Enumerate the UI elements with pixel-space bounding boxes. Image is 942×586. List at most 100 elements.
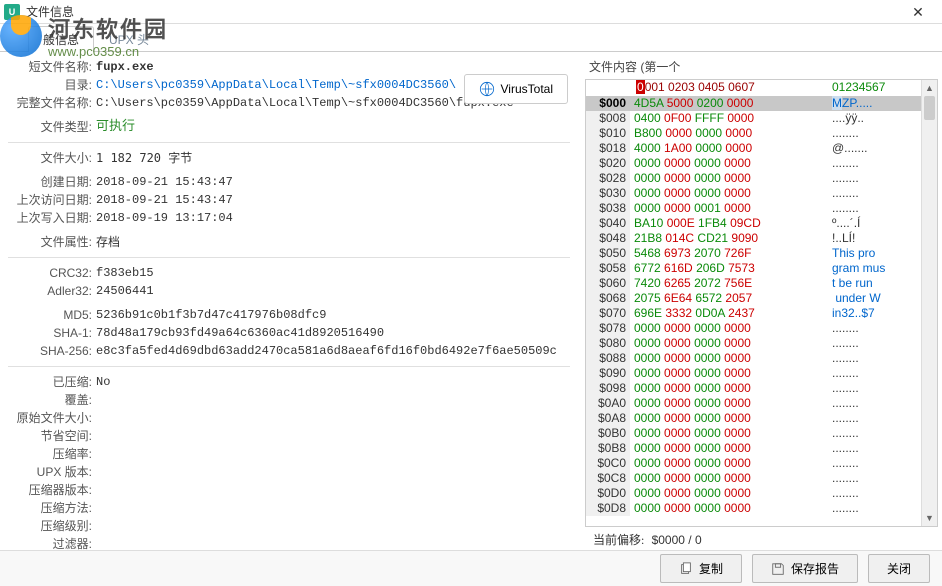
hex-row[interactable]: $0586772 616D 206D 7573gram mus — [586, 261, 921, 276]
value-accessed: 2018-09-21 15:43:47 — [96, 191, 570, 209]
value-created: 2018-09-21 15:43:47 — [96, 173, 570, 191]
hex-ascii: ........ — [824, 171, 859, 186]
close-button[interactable]: 关闭 — [868, 554, 930, 583]
hex-row[interactable]: $0D80000 0000 0000 0000........ — [586, 501, 921, 516]
hex-bytes: 0000 0000 0000 0000 — [630, 486, 824, 501]
hex-offset: $028 — [586, 171, 630, 186]
hex-row[interactable]: $070696E 3332 0D0A 2437in32..$7 — [586, 306, 921, 321]
tab-upx-header[interactable]: UPX 头 — [94, 26, 164, 52]
hex-row[interactable]: $0900000 0000 0000 0000........ — [586, 366, 921, 381]
hex-ascii: under W — [824, 291, 881, 306]
label-orig-size: 原始文件大小: — [8, 409, 96, 427]
hex-offset: $050 — [586, 246, 630, 261]
hex-bytes: 0000 0000 0000 0000 — [630, 171, 824, 186]
hex-offset: $090 — [586, 366, 630, 381]
hex-bytes: 21B8 014C CD21 9090 — [630, 231, 824, 246]
hex-row[interactable]: $0A80000 0000 0000 0000........ — [586, 411, 921, 426]
window-title: 文件信息 — [26, 3, 898, 20]
hex-viewer[interactable]: 0001 0203 0405 0607 01234567 $0004D5A 50… — [585, 79, 938, 527]
hex-scrollbar[interactable]: ▲ ▼ — [921, 80, 937, 526]
hex-row[interactable]: $0607420 6265 2072 756Et be run — [586, 276, 921, 291]
hex-row[interactable]: $0200000 0000 0000 0000........ — [586, 156, 921, 171]
hex-offset: $020 — [586, 156, 630, 171]
hex-row[interactable]: $04821B8 014C CD21 9090!..LÍ! — [586, 231, 921, 246]
hex-bytes: BA10 000E 1FB4 09CD — [630, 216, 824, 231]
hex-bytes: 6772 616D 206D 7573 — [630, 261, 824, 276]
hex-ascii: ........ — [824, 156, 859, 171]
hex-ascii: ........ — [824, 186, 859, 201]
hex-row[interactable]: $0C80000 0000 0000 0000........ — [586, 471, 921, 486]
hex-row[interactable]: $0300000 0000 0000 0000........ — [586, 186, 921, 201]
label-accessed: 上次访问日期: — [8, 191, 96, 209]
hex-bytes: 0400 0F00 FFFF 0000 — [630, 111, 824, 126]
hex-offset: $0C0 — [586, 456, 630, 471]
scroll-thumb[interactable] — [924, 96, 935, 120]
save-report-button[interactable]: 保存报告 — [752, 554, 858, 583]
hex-offset: $010 — [586, 126, 630, 141]
hex-ascii: ........ — [824, 201, 859, 216]
hex-row[interactable]: $0980000 0000 0000 0000........ — [586, 381, 921, 396]
label-upx-ver: UPX 版本: — [8, 463, 96, 481]
hex-bytes: 7420 6265 2072 756E — [630, 276, 824, 291]
hex-ascii: ........ — [824, 366, 859, 381]
hex-bytes: B800 0000 0000 0000 — [630, 126, 824, 141]
hex-bytes: 696E 3332 0D0A 2437 — [630, 306, 824, 321]
hex-row[interactable]: $0505468 6973 2070 726FThis pro — [586, 246, 921, 261]
hex-bytes: 0000 0000 0000 0000 — [630, 471, 824, 486]
hex-offset: $070 — [586, 306, 630, 321]
hex-row[interactable]: $0B00000 0000 0000 0000........ — [586, 426, 921, 441]
hex-row[interactable]: $010B800 0000 0000 0000........ — [586, 126, 921, 141]
hex-bytes: 5468 6973 2070 726F — [630, 246, 824, 261]
hex-row[interactable]: $0C00000 0000 0000 0000........ — [586, 456, 921, 471]
info-panel: 短文件名称:fupx.exe 目录:C:\Users\pc0359\AppDat… — [0, 52, 578, 550]
hex-row[interactable]: $0380000 0000 0001 0000........ — [586, 201, 921, 216]
hex-ascii: ........ — [824, 126, 859, 141]
close-icon[interactable]: ✕ — [898, 0, 938, 24]
hex-ascii: º....´.Í — [824, 216, 860, 231]
hex-bytes: 0000 0000 0000 0000 — [630, 381, 824, 396]
hex-row[interactable]: $0184000 1A00 0000 0000@....... — [586, 141, 921, 156]
copy-button[interactable]: 复制 — [660, 554, 742, 583]
label-packer-ver: 压缩器版本: — [8, 481, 96, 499]
hex-offset: $098 — [586, 381, 630, 396]
scroll-up-icon[interactable]: ▲ — [922, 80, 937, 96]
value-attr: 存档 — [96, 233, 570, 251]
hex-ascii: ........ — [824, 411, 859, 426]
virustotal-label: VirusTotal — [501, 82, 553, 96]
hex-bytes: 0000 0000 0000 0000 — [630, 366, 824, 381]
value-type: 可执行 — [96, 118, 570, 136]
virustotal-button[interactable]: VirusTotal — [464, 74, 568, 104]
hex-row[interactable]: $0280000 0000 0000 0000........ — [586, 171, 921, 186]
hex-row[interactable]: $0682075 6E64 6572 2057 under W — [586, 291, 921, 306]
hex-row[interactable]: $040BA10 000E 1FB4 09CDº....´.Í — [586, 216, 921, 231]
hex-bytes: 2075 6E64 6572 2057 — [630, 291, 824, 306]
hex-bytes: 0000 0000 0000 0000 — [630, 186, 824, 201]
hex-offset: $078 — [586, 321, 630, 336]
hex-ascii: ........ — [824, 471, 859, 486]
hex-bytes: 0000 0000 0000 0000 — [630, 411, 824, 426]
label-size: 文件大小: — [8, 149, 96, 167]
hex-bytes: 0000 0000 0000 0000 — [630, 351, 824, 366]
tab-general[interactable]: 般信息 — [28, 26, 94, 52]
hex-row[interactable]: $0D00000 0000 0000 0000........ — [586, 486, 921, 501]
hex-row[interactable]: $0880000 0000 0000 0000........ — [586, 351, 921, 366]
hex-row[interactable]: $0B80000 0000 0000 0000........ — [586, 441, 921, 456]
hex-row[interactable]: $0780000 0000 0000 0000........ — [586, 321, 921, 336]
tab-bar: 般信息 UPX 头 — [0, 26, 942, 52]
hex-offset: $040 — [586, 216, 630, 231]
hex-row[interactable]: $0080400 0F00 FFFF 0000....ÿÿ.. — [586, 111, 921, 126]
hex-row[interactable]: $0800000 0000 0000 0000........ — [586, 336, 921, 351]
label-created: 创建日期: — [8, 173, 96, 191]
hex-offset: $0A8 — [586, 411, 630, 426]
value-crc32: f383eb15 — [96, 264, 570, 282]
hex-offset: $008 — [586, 111, 630, 126]
hex-row[interactable]: $0004D5A 5000 0200 0000MZP..... — [586, 96, 921, 111]
hex-bytes: 0000 0000 0000 0000 — [630, 456, 824, 471]
scroll-down-icon[interactable]: ▼ — [922, 510, 937, 526]
hex-bytes: 4D5A 5000 0200 0000 — [630, 96, 824, 111]
footer-bar: 复制 保存报告 关闭 — [0, 550, 942, 586]
value-sha256: e8c3fa5fed4d69dbd63add2470ca581a6d8aeaf6… — [96, 342, 570, 360]
hex-ascii: @....... — [824, 141, 868, 156]
hex-row[interactable]: $0A00000 0000 0000 0000........ — [586, 396, 921, 411]
hex-ascii: ........ — [824, 441, 859, 456]
